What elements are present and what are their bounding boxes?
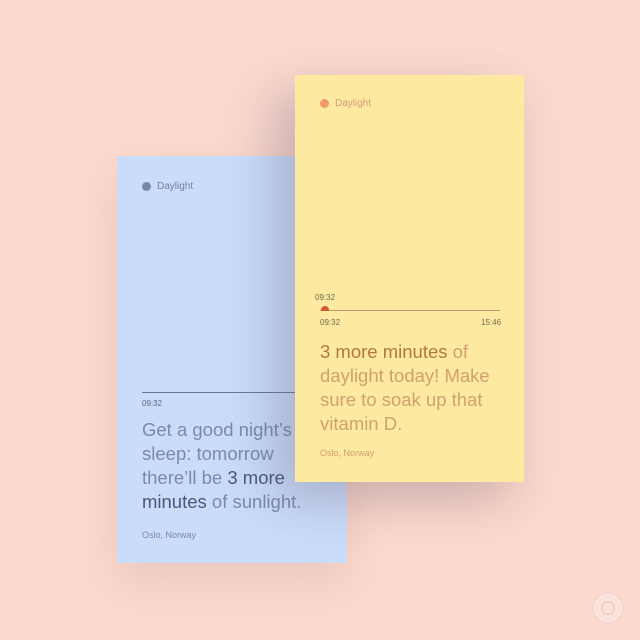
sunset-time: 15:46 <box>481 318 502 327</box>
daylight-card-yellow[interactable]: Daylight 09:32 09:32 15:46 3 more minute… <box>295 75 524 482</box>
sun-position-marker <box>321 306 330 311</box>
current-time: 09:32 <box>142 399 163 408</box>
sun-dot-icon <box>142 182 151 191</box>
brand-label: Daylight <box>320 98 371 109</box>
brand-label: Daylight <box>142 181 193 192</box>
message-highlight: 3 more minutes <box>320 341 448 362</box>
daylight-progress-track <box>320 310 500 311</box>
sunrise-time: 09:32 <box>320 318 341 327</box>
location-label: Oslo, Norway <box>320 448 375 458</box>
current-time: 09:32 <box>315 293 336 302</box>
logo-mark-icon <box>592 592 624 624</box>
message-text-end: of sunlight. <box>206 491 302 512</box>
location-label: Oslo, Norway <box>142 530 197 540</box>
sun-dot-icon <box>320 99 329 108</box>
brand-name: Daylight <box>157 181 194 192</box>
brand-name: Daylight <box>335 98 372 109</box>
daylight-message: 3 more minutes of daylight today! Make s… <box>320 340 505 436</box>
